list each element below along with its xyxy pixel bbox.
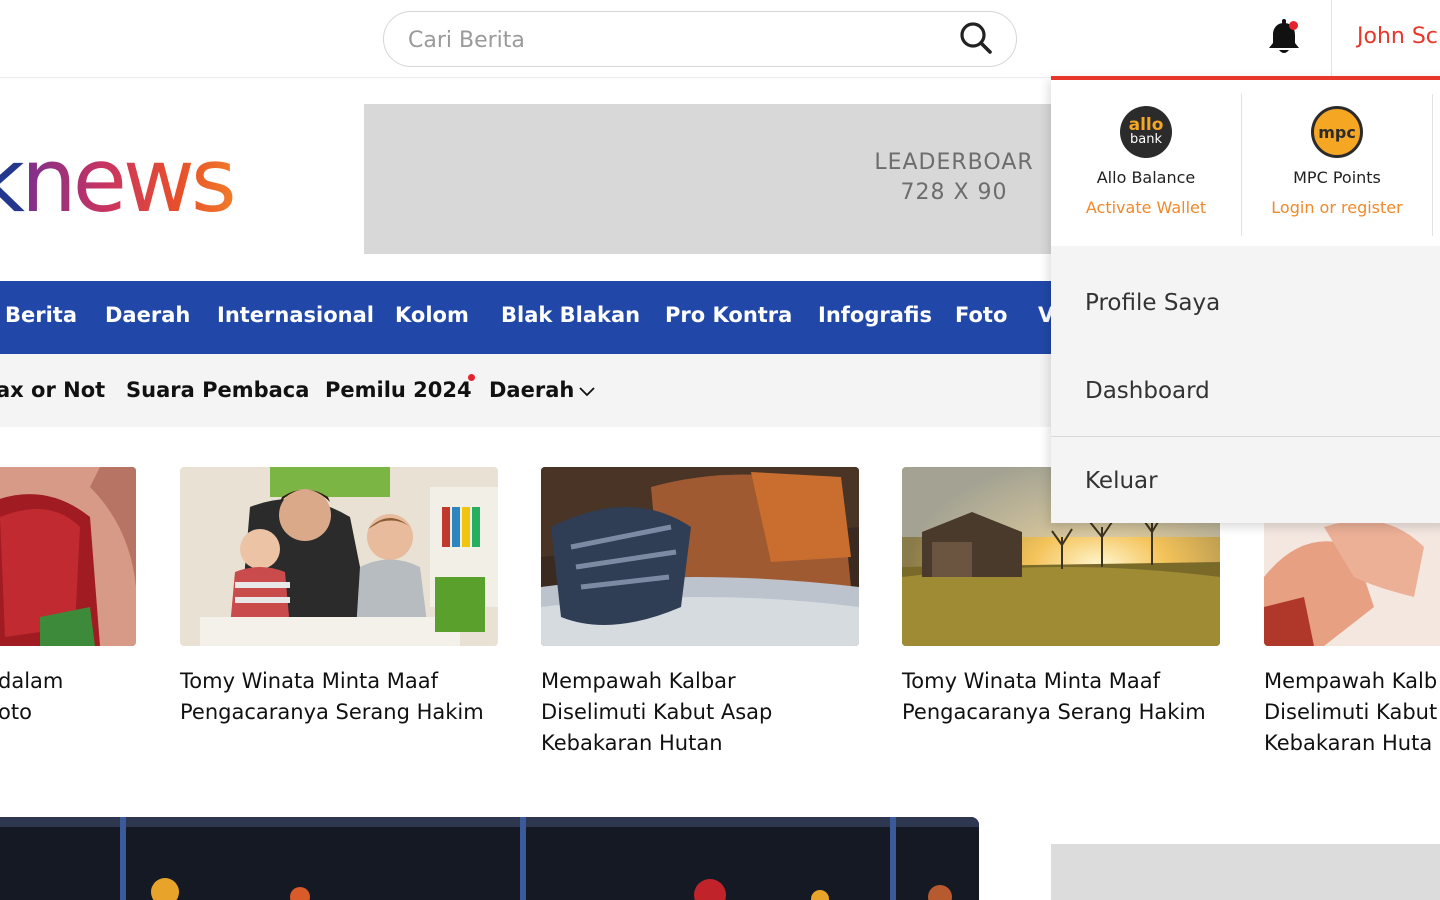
mpc-wallet[interactable]: mpc MPC Points Login or register — [1242, 80, 1432, 246]
header-divider — [1331, 0, 1332, 78]
card-title-line: Mempawah Kalb — [1264, 669, 1438, 693]
menu-item-dashboard[interactable]: Dashboard — [1085, 378, 1210, 404]
news-card-title[interactable]: Mempawah Kalb Diselimuti Kabut Kebakaran… — [1264, 666, 1437, 759]
card-title-line: Kebakaran Hutan — [541, 731, 723, 755]
mpc-points-icon: mpc — [1311, 106, 1363, 158]
card-title-line: oto — [0, 700, 32, 724]
logo-letter: k — [0, 129, 25, 232]
news-card-title[interactable]: Tomy Winata Minta Maaf Pengacaranya Sera… — [902, 666, 1206, 728]
news-card-image[interactable] — [0, 467, 136, 646]
subnav-item-daerah[interactable]: Daerah — [489, 378, 574, 402]
search-input[interactable] — [408, 24, 948, 56]
card-title-line: Pengacaranya Serang Hakim — [902, 700, 1206, 724]
card-title-line: dalam — [0, 669, 64, 693]
wallet-divider — [1432, 94, 1433, 236]
news-card-title[interactable]: dalam oto — [0, 666, 63, 728]
wallet-panel: allo bank Allo Balance Activate Wallet m… — [1051, 80, 1440, 246]
nav-item-kolom[interactable]: Kolom — [395, 303, 469, 327]
leaderboard-ad[interactable]: LEADERBOAR 728 X 90 — [364, 104, 1064, 254]
subnav-item-suara-pembaca[interactable]: Suara Pembaca — [126, 378, 309, 402]
search-box[interactable] — [383, 11, 1017, 67]
news-card-title[interactable]: Mempawah Kalbar Diselimuti Kabut Asap Ke… — [541, 666, 772, 759]
page: John Sc knews LEADERBOAR 728 X 90 Berita… — [0, 0, 1440, 900]
nav-item-berita[interactable]: Berita — [5, 303, 77, 327]
site-logo[interactable]: knews — [0, 126, 237, 236]
card-title-line: Tomy Winata Minta Maaf — [902, 669, 1161, 693]
headline-hero-image[interactable] — [0, 817, 979, 900]
card-title-line: Kebakaran Huta — [1264, 731, 1433, 755]
new-indicator-dot — [468, 374, 475, 381]
search-icon[interactable] — [957, 19, 995, 57]
allo-balance-label: Allo Balance — [1096, 168, 1196, 187]
top-bar: John Sc — [0, 0, 1440, 78]
mpc-logo-text: mpc — [1318, 122, 1356, 142]
user-dropdown-menu: allo bank Allo Balance Activate Wallet m… — [1051, 76, 1440, 523]
user-name-button[interactable]: John Sc — [1357, 24, 1438, 49]
card-title-line: Mempawah Kalbar — [541, 669, 736, 693]
mpc-points-label: MPC Points — [1293, 168, 1381, 187]
nav-item-daerah[interactable]: Daerah — [105, 303, 190, 327]
nav-item-pro-kontra[interactable]: Pro Kontra — [665, 303, 792, 327]
nav-item-infografis[interactable]: Infografis — [818, 303, 932, 327]
nav-item-foto[interactable]: Foto — [955, 303, 1007, 327]
notification-dot — [1289, 21, 1298, 30]
sidebar-ad[interactable] — [1051, 844, 1440, 900]
news-card-image[interactable] — [541, 467, 859, 646]
news-card-title[interactable]: Tomy Winata Minta Maaf Pengacaranya Sera… — [180, 666, 484, 728]
activate-wallet-link[interactable]: Activate Wallet — [1051, 198, 1241, 217]
menu-item-profile[interactable]: Profile Saya — [1085, 290, 1220, 316]
news-card-image[interactable] — [180, 467, 498, 646]
chevron-down-icon[interactable] — [578, 386, 596, 398]
nav-item-internasional[interactable]: Internasional — [217, 303, 374, 327]
menu-divider — [1051, 436, 1440, 437]
logo-wordmark: news — [20, 129, 237, 232]
nav-item-blak-blakan[interactable]: Blak Blakan — [501, 303, 640, 327]
card-title-line: Diselimuti Kabut — [1264, 700, 1438, 724]
card-title-line: Tomy Winata Minta Maaf — [180, 669, 439, 693]
login-or-register-link[interactable]: Login or register — [1242, 198, 1432, 217]
card-title-line: Pengacaranya Serang Hakim — [180, 700, 484, 724]
menu-item-logout[interactable]: Keluar — [1085, 468, 1158, 494]
subnav-item-pemilu-2024[interactable]: Pemilu 2024 — [325, 378, 472, 402]
allo-logo-text: allo — [1128, 115, 1164, 135]
allo-wallet[interactable]: allo bank Allo Balance Activate Wallet — [1051, 80, 1241, 246]
card-title-line: Diselimuti Kabut Asap — [541, 700, 773, 724]
subnav-item-hoax-or-not[interactable]: ax or Not — [0, 378, 105, 402]
allo-logo-subtext: bank — [1130, 132, 1162, 147]
allo-bank-icon: allo bank — [1120, 106, 1172, 158]
